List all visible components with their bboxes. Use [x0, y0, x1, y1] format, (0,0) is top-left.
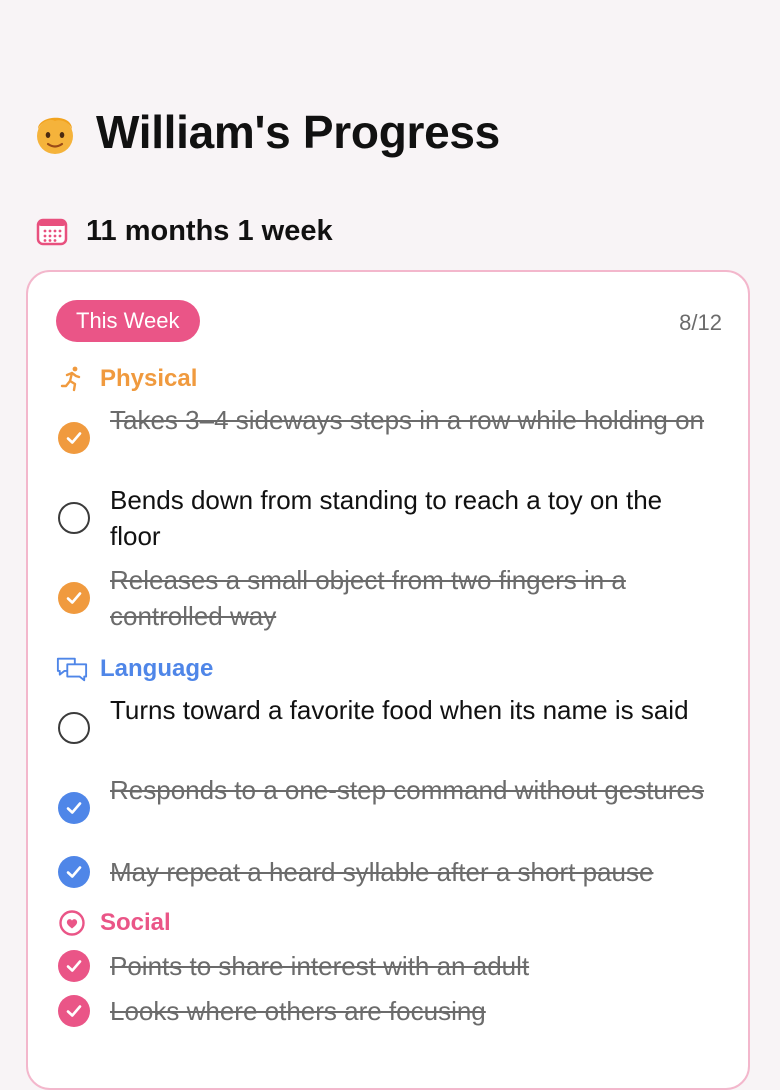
this-week-badge[interactable]: This Week	[56, 300, 200, 342]
milestone-text: May repeat a heard syllable after a shor…	[110, 857, 654, 887]
calendar-icon	[36, 218, 68, 246]
speech-bubbles-icon	[56, 653, 88, 685]
checked-circle-icon[interactable]	[58, 995, 90, 1027]
page-title: William's Progress	[96, 106, 500, 158]
milestone-text: Responds to a one-step command without g…	[110, 775, 705, 805]
milestone-text: Releases a small object from two fingers…	[110, 565, 626, 631]
running-person-icon	[56, 363, 88, 395]
section-language: Language	[56, 651, 213, 687]
unchecked-circle-icon[interactable]	[58, 502, 90, 534]
milestone-text: Turns toward a favorite food when its na…	[110, 695, 689, 725]
checked-circle-icon[interactable]	[58, 950, 90, 982]
heart-circle-icon	[56, 907, 88, 939]
progress-count: 8/12	[679, 310, 722, 335]
age-text: 11 months 1 week	[86, 214, 333, 247]
milestone-text: Bends down from standing to reach a toy …	[110, 485, 663, 551]
milestones-card: This Week 8/12 Physical Takes 3–4 sidewa…	[26, 270, 750, 1090]
page-header: William's Progress	[30, 100, 500, 164]
milestone-text: Points to share interest with an adult	[110, 951, 530, 981]
checked-circle-icon[interactable]	[58, 582, 90, 614]
section-label: Language	[100, 655, 214, 682]
section-label: Physical	[100, 365, 198, 392]
milestone-text: Looks where others are focusing	[110, 996, 486, 1026]
boy-emoji-icon	[37, 117, 73, 154]
age-row: 11 months 1 week	[36, 210, 333, 252]
checked-circle-icon[interactable]	[58, 422, 90, 454]
checked-circle-icon[interactable]	[58, 792, 90, 824]
section-social: Social	[56, 905, 171, 941]
section-label: Social	[100, 909, 171, 936]
milestone-text: Takes 3–4 sideways steps in a row while …	[110, 405, 705, 435]
unchecked-circle-icon[interactable]	[58, 712, 90, 744]
section-physical: Physical	[56, 361, 197, 397]
checked-circle-icon[interactable]	[58, 856, 90, 888]
